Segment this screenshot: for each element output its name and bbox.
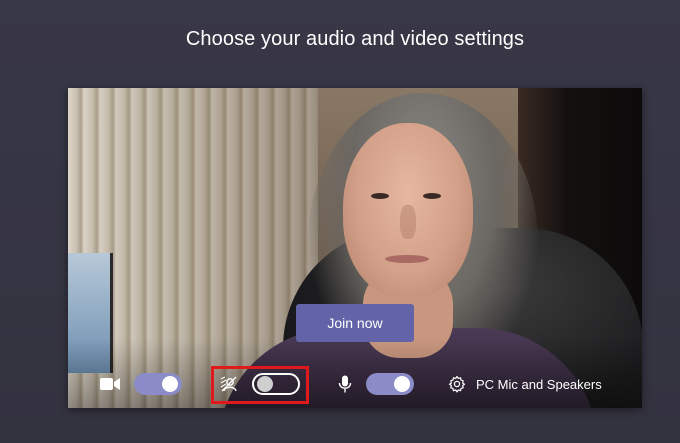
device-settings-label[interactable]: PC Mic and Speakers bbox=[476, 377, 602, 392]
camera-icon bbox=[100, 377, 120, 391]
microphone-toggle-knob bbox=[394, 376, 410, 392]
microphone-control bbox=[338, 364, 414, 404]
page-title: Choose your audio and video settings bbox=[185, 28, 525, 50]
video-preview bbox=[68, 88, 642, 408]
media-controls-bar: PC Mic and Speakers bbox=[68, 364, 642, 404]
gear-icon[interactable] bbox=[448, 375, 466, 393]
highlight-box bbox=[211, 366, 309, 404]
device-settings-control[interactable]: PC Mic and Speakers bbox=[448, 364, 602, 404]
camera-toggle[interactable] bbox=[134, 373, 182, 395]
microphone-toggle[interactable] bbox=[366, 373, 414, 395]
microphone-icon bbox=[338, 375, 352, 393]
participant-face bbox=[343, 123, 473, 298]
camera-toggle-knob bbox=[162, 376, 178, 392]
camera-control bbox=[100, 364, 182, 404]
join-now-button[interactable]: Join now bbox=[296, 304, 414, 342]
pre-join-screen: Choose your audio and video settings Joi… bbox=[0, 0, 680, 443]
